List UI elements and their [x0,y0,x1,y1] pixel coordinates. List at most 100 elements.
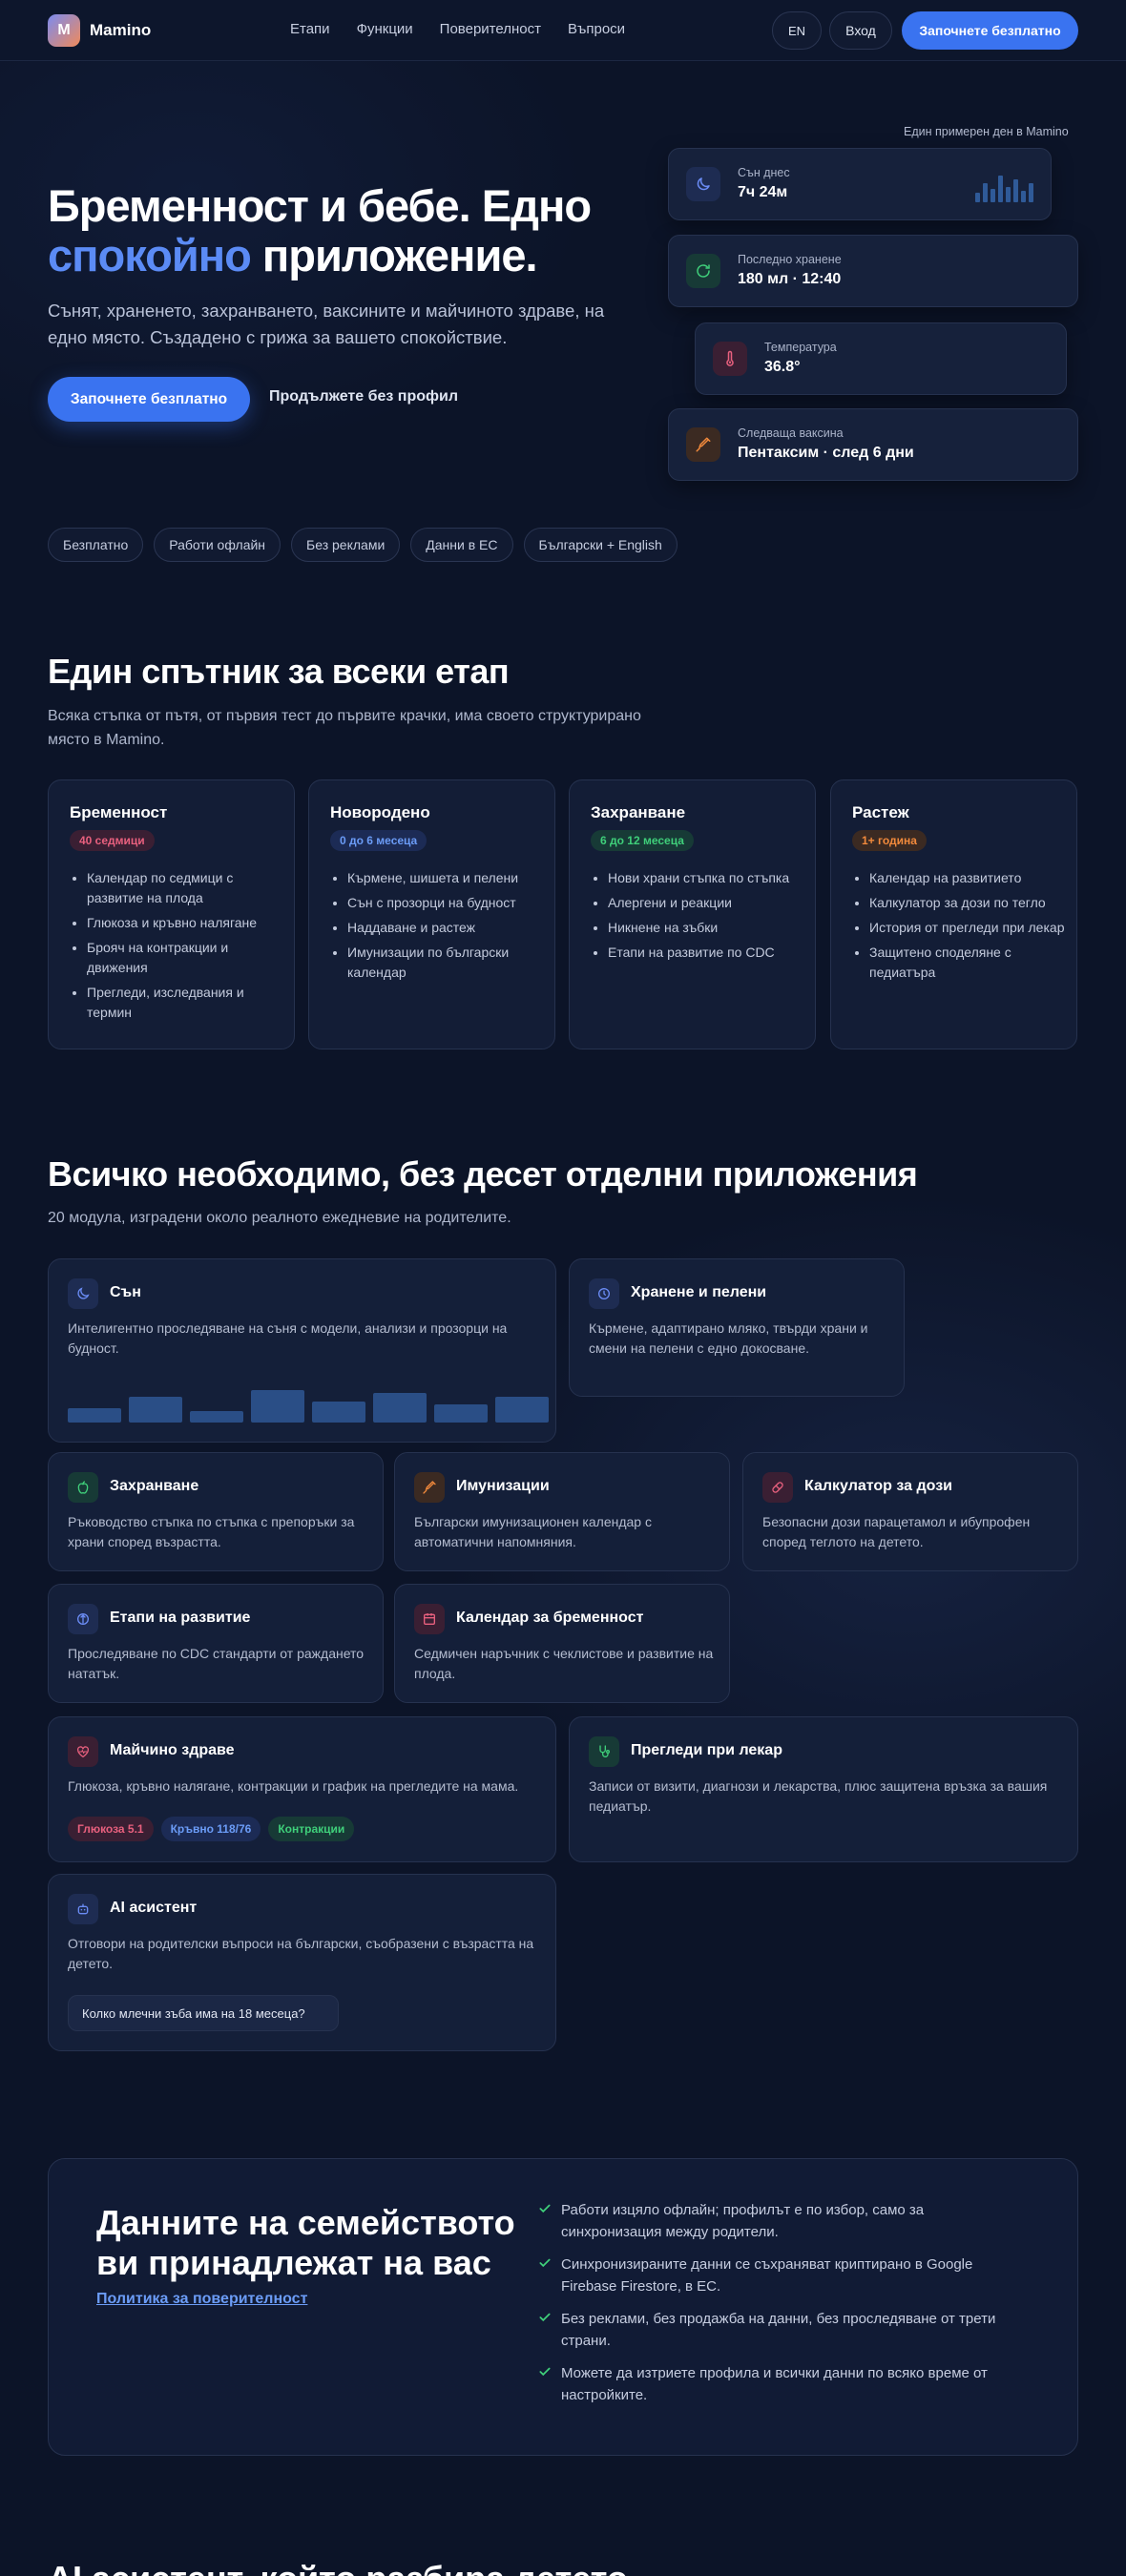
nav-link-privacy[interactable]: Поверителност [440,21,541,37]
stage-title: Растеж [852,803,909,821]
stage-card-growth[interactable]: Растеж 1+ година Календар на развитието … [830,779,1077,1049]
stage-card-pregnancy[interactable]: Бременност 40 седмици Календар по седмиц… [48,779,295,1049]
hero-start-free-button[interactable]: Започнете безплатно [48,377,250,422]
privacy-point: Работи изцяло офлайн; профилът е по избо… [538,2199,1025,2243]
feature-title: Хранене и пелени [631,1284,767,1300]
stage-point: Кърмене, шишета и пелени [347,868,545,888]
clock-icon [589,1278,619,1309]
ai-sample-question[interactable]: Колко млечни зъба има на 18 месеца? [68,1995,339,2031]
brand-name: Mamino [90,21,152,39]
hero-title: Бременност и бебе. Едно спокойно приложе… [48,181,639,280]
feature-title: Имунизации [456,1478,550,1494]
feature-card-immunizations[interactable]: Имунизации Български имунизационен кален… [394,1452,730,1571]
feature-card-maternal-health[interactable]: Майчино здраве Глюкоза, кръвно налягане,… [48,1716,556,1862]
nav-link-features[interactable]: Функции [357,21,413,37]
sleep-bar [190,1411,243,1423]
feature-card-doctor-visits[interactable]: Прегледи при лекар Записи от визити, диа… [569,1716,1078,1862]
stage-point: Алергени и реакции [608,893,805,913]
feature-card-ai-assistant[interactable]: AI асистент Отговори на родителски въпро… [48,1874,556,2051]
stage-point: Сън с прозорци на будност [347,893,545,913]
feature-desc: Глюкоза, кръвно налягане, контракции и г… [68,1778,519,1794]
privacy-point: Без реклами, без продажба на данни, без … [538,2308,1025,2352]
feature-desc: Проследяване по CDC стандарти от раждане… [68,1646,365,1681]
sleep-bar [373,1393,427,1423]
brand-logo[interactable]: M Mamino [48,14,151,47]
last-feeding-card: Последно хранене 180 мл · 12:40 [668,235,1078,307]
refresh-icon [686,254,720,288]
nav-link-faq[interactable]: Въпроси [568,21,625,37]
top-navigation: M Mamino Етапи Функции Поверителност Въп… [0,0,1126,61]
moon-icon [686,167,720,201]
stage-badge: 40 седмици [70,830,155,851]
feature-card-dose-calculator[interactable]: Калкулатор за дози Безопасни дози параце… [742,1452,1078,1571]
feature-desc: Безопасни дози парацетамол и ибупрофен с… [762,1514,1031,1549]
continue-without-profile-button[interactable]: Продължете без профил [269,388,458,405]
stage-point: Брояч на контракции и движения [87,938,284,978]
stage-point: Етапи на развитие по CDC [608,943,805,963]
stage-point: Калкулатор за дози по тегло [869,893,1067,913]
apple-icon [68,1472,98,1503]
last-feeding-value: 180 мл · 12:40 [738,271,842,287]
feature-desc: Седмичен наръчник с чеклистове и развити… [414,1646,714,1681]
feature-card-feeding[interactable]: Хранене и пелени Кърмене, адаптирано мля… [569,1258,905,1397]
check-icon [539,2313,551,2322]
stage-card-newborn[interactable]: Новородено 0 до 6 месеца Кърмене, шишета… [308,779,555,1049]
sleep-bar [434,1404,488,1423]
last-feeding-label: Последно хранене [738,253,842,266]
nav-link-stages[interactable]: Етапи [290,21,330,37]
stage-point: Имунизации по български календар [347,943,545,983]
robot-icon [68,1894,98,1924]
privacy-point: Синхронизираните данни се съхраняват кри… [538,2254,1025,2297]
language-toggle-button[interactable]: EN [772,11,822,50]
sleep-bar [495,1397,549,1423]
milestone-icon [68,1604,98,1634]
sleep-mini-chart [975,170,1033,202]
feature-card-pregnancy-calendar[interactable]: Календар за бременност Седмичен наръчник… [394,1584,730,1703]
sleep-today-value: 7ч 24м [738,184,788,200]
stage-title: Захранване [591,803,686,821]
feature-title: Етапи на развитие [110,1610,251,1626]
hero-title-rest: приложение. [250,230,538,280]
next-vaccine-label: Следваща ваксина [738,426,844,440]
login-button[interactable]: Вход [829,11,892,50]
feature-desc: Кърмене, адаптирано мляко, твърди храни … [589,1320,868,1356]
temperature-value: 36.8° [764,359,801,375]
feature-card-milestones[interactable]: Етапи на развитие Проследяване по CDC ст… [48,1584,384,1703]
stage-point: Наддаване и растеж [347,918,545,938]
stage-point: Календар по седмици с развитие на плода [87,868,284,908]
stage-point: Нови храни стъпка по стъпка [608,868,805,888]
stage-point: История от прегледи при лекар [869,918,1067,938]
feature-desc: Ръководство стъпка по стъпка с препоръки… [68,1514,355,1549]
nav-start-free-button[interactable]: Започнете безплатно [902,11,1078,50]
maternal-tags: Глюкоза 5.1 Кръвно 118/76 Контракции [68,1817,355,1841]
stage-points: Календар по седмици с развитие на плода … [70,868,284,1028]
syringe-icon [414,1472,445,1503]
syringe-icon [686,427,720,462]
feature-card-solids[interactable]: Захранване Ръководство стъпка по стъпка … [48,1452,384,1571]
stage-title: Новородено [330,803,430,821]
next-vaccine-card: Следваща ваксина Пентаксим · след 6 дни [668,408,1078,481]
stage-card-solids[interactable]: Захранване 6 до 12 месеца Нови храни стъ… [569,779,816,1049]
privacy-policy-link[interactable]: Политика за поверителност [96,2291,307,2308]
calendar-icon [414,1604,445,1634]
temperature-card: Температура 36.8° [695,322,1067,395]
sleep-bar [251,1390,304,1423]
contractions-tag: Контракции [268,1817,355,1841]
stage-point: Календар на развитието [869,868,1067,888]
chip-languages: Български + English [523,528,678,562]
stage-badge: 1+ година [852,830,927,851]
hero-title-line1: Бременност и бебе. Едно [48,180,592,231]
chip-free: Безплатно [48,528,144,562]
check-icon [539,2204,551,2213]
stage-point: Глюкоза и кръвно налягане [87,913,284,933]
stage-badge: 6 до 12 месеца [591,830,694,851]
sleep-bar [312,1402,365,1423]
feature-title: Захранване [110,1478,199,1494]
hero-feature-chips: Безплатно Работи офлайн Без реклами Данн… [48,528,678,562]
heart-pulse-icon [68,1736,98,1767]
feature-title: Калкулатор за дози [804,1478,952,1494]
privacy-point-text: Синхронизираните данни се съхраняват кри… [561,2256,973,2295]
feature-card-sleep[interactable]: Сън Интелигентно проследяване на съня с … [48,1258,556,1443]
privacy-points: Работи изцяло офлайн; профилът е по избо… [538,2199,1025,2417]
sleep-bar [129,1397,182,1423]
